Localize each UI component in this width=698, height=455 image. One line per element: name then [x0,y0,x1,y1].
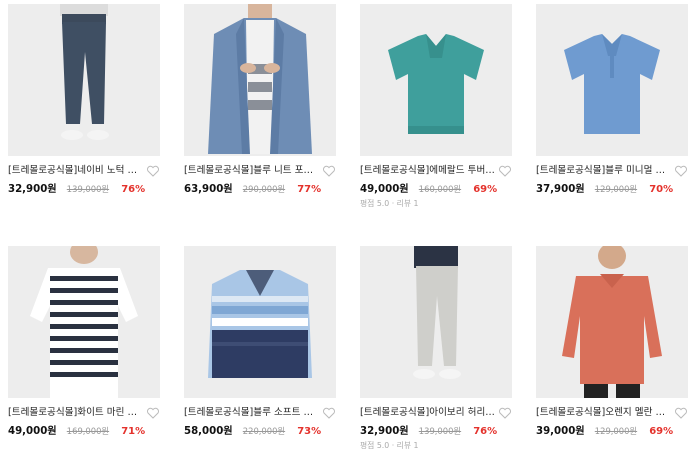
product-image[interactable] [360,4,512,156]
heart-outline-icon[interactable] [498,406,512,420]
sale-price: 37,900원 [536,184,585,195]
product-title[interactable]: [트레몰로공식몰]네이비 노턱 허리밴딩 슬림 팬츠 [8,164,144,178]
sale-price: 32,900원 [8,184,57,195]
original-price: 169,000원 [66,426,110,436]
rating-review-info: 평점 5.0 · 리뷰 1 [360,199,419,208]
product-image[interactable] [8,246,160,398]
sale-price: 39,000원 [536,426,585,437]
original-price: 129,000원 [594,426,638,436]
sale-price: 49,000원 [360,184,409,195]
product-card[interactable]: [트레몰로공식몰]에메랄드 투버튼 반팔 티셔츠 49,000원 160,000… [360,4,512,210]
original-price: 220,000원 [242,426,286,436]
sale-price: 58,000원 [184,426,233,437]
product-title[interactable]: [트레몰로공식몰]아이보리 허리밴딩 슬림 팬츠 [360,406,496,420]
discount-rate: 69% [473,184,498,195]
product-title[interactable]: [트레몰로공식몰]블루 소프트 레이어드 니트 [184,406,320,420]
product-title[interactable]: [트레몰로공식몰]에메랄드 투버튼 반팔 티셔츠 [360,164,496,178]
product-card[interactable]: [트레몰로공식몰]화이트 마린 스트라이프 티셔츠 49,000원 169,00… [8,246,160,437]
original-price: 160,000원 [418,184,462,194]
original-price: 129,000원 [594,184,638,194]
product-title[interactable]: [트레몰로공식몰]블루 니트 포인트 점퍼 [184,164,320,178]
heart-outline-icon[interactable] [498,164,512,178]
rating-review-info: 평점 5.0 · 리뷰 1 [360,441,419,450]
sale-price: 63,900원 [184,184,233,195]
heart-outline-icon[interactable] [674,164,688,178]
product-image[interactable] [8,4,160,156]
original-price: 139,000원 [418,426,462,436]
product-image[interactable] [536,4,688,156]
product-card[interactable]: [트레몰로공식몰]블루 니트 포인트 점퍼 63,900원 290,000원 7… [184,4,336,195]
discount-rate: 77% [297,184,322,195]
sale-price: 32,900원 [360,426,409,437]
product-card[interactable]: [트레몰로공식몰]아이보리 허리밴딩 슬림 팬츠 32,900원 139,000… [360,246,512,452]
product-title[interactable]: [트레몰로공식몰]블루 미니멀 기하학 반팔 티셔츠 [536,164,672,178]
discount-rate: 76% [473,426,498,437]
heart-outline-icon[interactable] [322,406,336,420]
sale-price: 49,000원 [8,426,57,437]
product-card[interactable]: [트레몰로공식몰]네이비 노턱 허리밴딩 슬림 팬츠 32,900원 139,0… [8,4,160,195]
product-image[interactable] [536,246,688,398]
product-title[interactable]: [트레몰로공식몰]화이트 마린 스트라이프 티셔츠 [8,406,144,420]
product-card[interactable]: [트레몰로공식몰]오렌지 멜란 캐주얼 카라 티셔츠 39,000원 129,0… [536,246,688,437]
discount-rate: 76% [121,184,146,195]
product-card[interactable]: [트레몰로공식몰]블루 미니멀 기하학 반팔 티셔츠 37,900원 129,0… [536,4,688,195]
discount-rate: 69% [649,426,674,437]
heart-outline-icon[interactable] [322,164,336,178]
original-price: 139,000원 [66,184,110,194]
heart-outline-icon[interactable] [146,406,160,420]
original-price: 290,000원 [242,184,286,194]
product-image[interactable] [184,4,336,156]
product-image[interactable] [360,246,512,398]
heart-outline-icon[interactable] [674,406,688,420]
discount-rate: 71% [121,426,146,437]
product-image[interactable] [184,246,336,398]
discount-rate: 70% [649,184,674,195]
heart-outline-icon[interactable] [146,164,160,178]
product-title[interactable]: [트레몰로공식몰]오렌지 멜란 캐주얼 카라 티셔츠 [536,406,672,420]
discount-rate: 73% [297,426,322,437]
product-card[interactable]: [트레몰로공식몰]블루 소프트 레이어드 니트 58,000원 220,000원… [184,246,336,437]
